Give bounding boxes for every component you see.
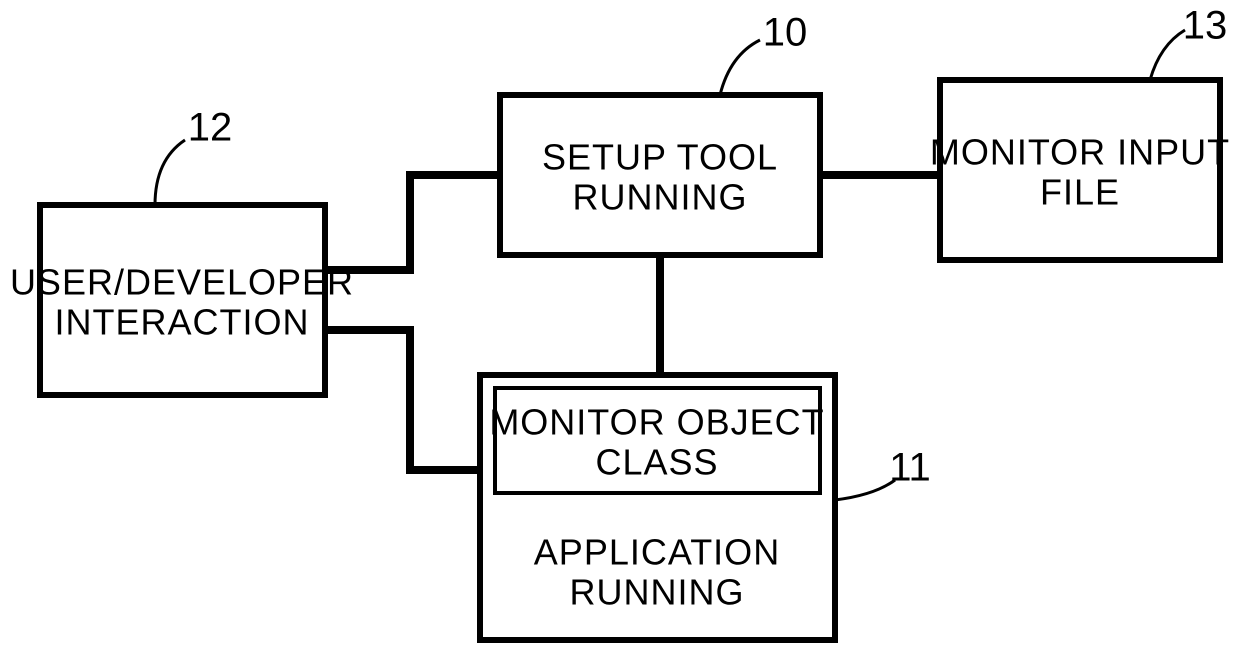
box-application-line2: RUNNING — [570, 572, 745, 613]
box-application-running: MONITOR OBJECT CLASS APPLICATION RUNNING — [480, 375, 835, 640]
system-diagram: USER/DEVELOPER INTERACTION 12 SETUP TOOL… — [0, 0, 1240, 664]
box-user-dev-line1: USER/DEVELOPER — [10, 262, 354, 303]
box-setup-tool-running: SETUP TOOL RUNNING — [500, 95, 820, 255]
leader-10 — [720, 40, 760, 95]
box-monitor-input-file: MONITOR INPUT FILE — [930, 80, 1230, 260]
ref-11: 11 — [889, 446, 931, 490]
box-monitor-object-line2: CLASS — [595, 442, 718, 483]
ref-10: 10 — [763, 11, 808, 55]
leader-12 — [155, 140, 185, 205]
box-monitor-input-line1: MONITOR INPUT — [930, 132, 1230, 173]
box-setup-tool-line2: RUNNING — [573, 177, 748, 218]
connector-userdev-setuptool — [325, 175, 500, 270]
ref-12: 12 — [188, 106, 233, 150]
box-user-developer-interaction: USER/DEVELOPER INTERACTION — [10, 205, 354, 395]
leader-11 — [835, 480, 895, 500]
box-application-line1: APPLICATION — [534, 532, 780, 573]
box-monitor-input-line2: FILE — [1040, 172, 1120, 213]
ref-13: 13 — [1183, 4, 1228, 48]
box-setup-tool-line1: SETUP TOOL — [542, 137, 778, 178]
connector-userdev-application — [325, 330, 480, 470]
leader-13 — [1150, 30, 1185, 80]
box-monitor-object-line1: MONITOR OBJECT — [489, 402, 824, 443]
box-user-dev-line2: INTERACTION — [54, 302, 309, 343]
